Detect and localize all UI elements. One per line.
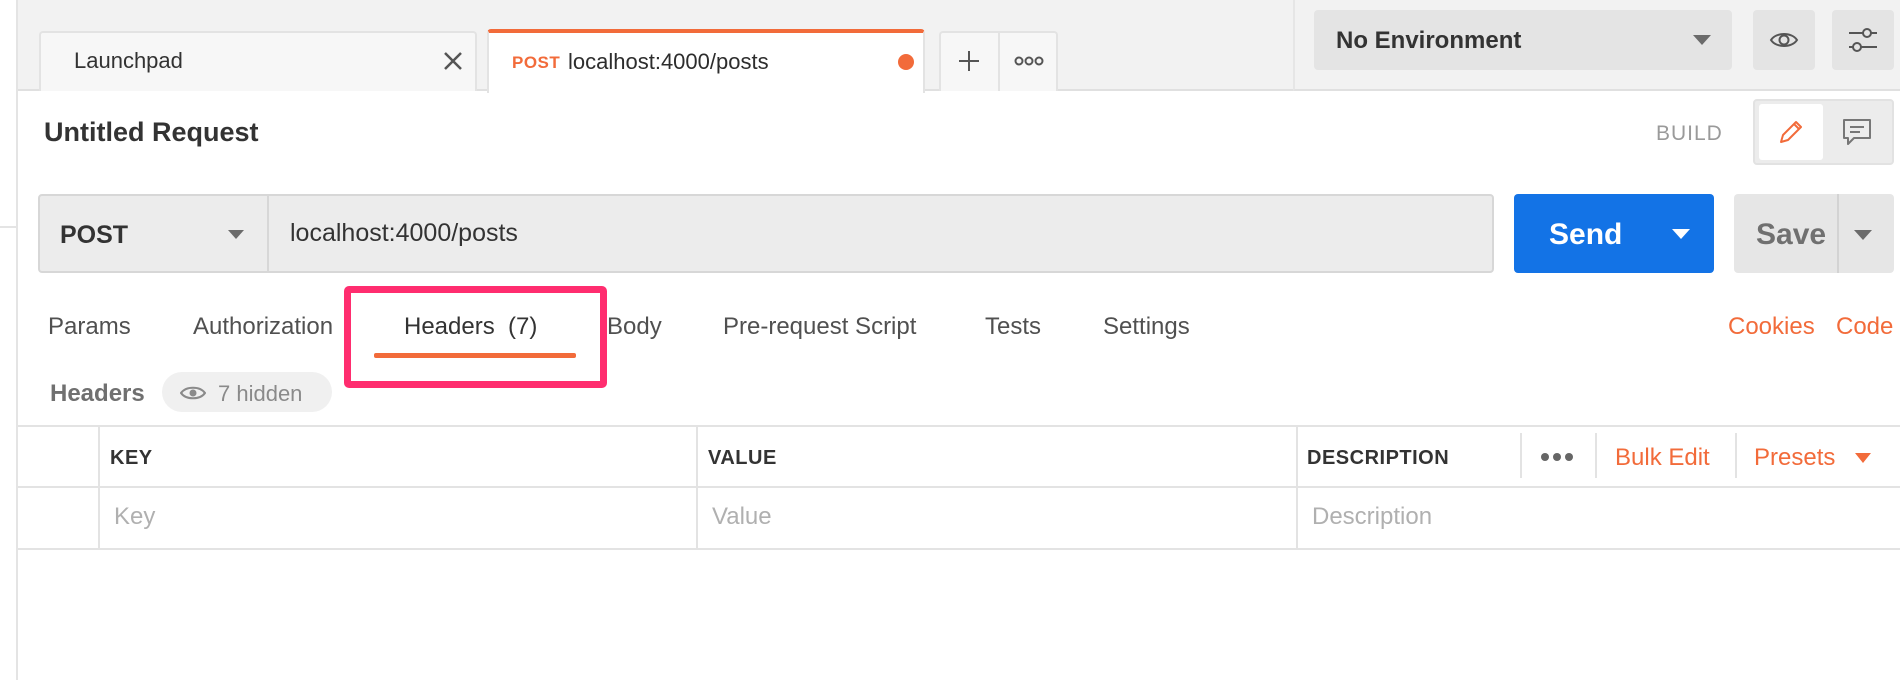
tab-launchpad-label: Launchpad <box>74 48 183 73</box>
method-select[interactable]: POST <box>60 221 128 250</box>
code-link[interactable]: Code <box>1836 313 1893 341</box>
tab-body[interactable]: Body <box>607 313 662 341</box>
chevron-down-icon[interactable] <box>228 230 244 239</box>
tab-authorization[interactable]: Authorization <box>193 313 333 341</box>
column-header-description: DESCRIPTION <box>1307 447 1450 469</box>
send-button-label: Send <box>1549 218 1623 251</box>
header-key-input[interactable] <box>112 492 692 542</box>
header-value-input[interactable] <box>710 492 1290 542</box>
more-icon[interactable] <box>1540 450 1574 462</box>
column-divider <box>1520 433 1522 478</box>
sidebar-divider <box>0 226 16 228</box>
table-border <box>18 425 1900 427</box>
cookies-link[interactable]: Cookies <box>1728 313 1815 341</box>
save-divider <box>1837 194 1839 273</box>
tab-params[interactable]: Params <box>48 313 131 341</box>
comments-button[interactable] <box>1825 104 1889 160</box>
column-header-value: VALUE <box>708 447 777 469</box>
pencil-icon <box>1777 118 1805 151</box>
column-header-key: KEY <box>110 447 153 469</box>
tab-pre-request-script[interactable]: Pre-request Script <box>723 313 916 341</box>
comment-icon <box>1842 118 1872 151</box>
chevron-down-icon[interactable] <box>1854 230 1872 240</box>
column-divider <box>696 425 698 550</box>
sliders-icon <box>1847 26 1879 59</box>
column-divider <box>1735 433 1737 478</box>
chevron-down-icon <box>1693 35 1711 45</box>
tab-url-label: localhost:4000/posts <box>568 49 769 74</box>
chevron-down-icon[interactable] <box>1855 453 1871 463</box>
tab-settings[interactable]: Settings <box>1103 313 1190 341</box>
tab-tests[interactable]: Tests <box>985 313 1041 341</box>
more-icon[interactable] <box>1014 54 1044 68</box>
save-button-label: Save <box>1756 218 1827 251</box>
hidden-headers-count: 7 hidden <box>218 381 303 406</box>
tab-actions-divider <box>998 31 1000 91</box>
table-border <box>18 486 1900 488</box>
close-icon[interactable] <box>440 48 466 74</box>
unsaved-changes-dot <box>898 54 914 70</box>
column-divider <box>1595 433 1597 478</box>
environment-quick-look-button[interactable] <box>1753 10 1815 70</box>
sidebar-border <box>16 0 18 680</box>
header-description-input[interactable] <box>1310 492 1890 542</box>
eye-icon <box>1769 29 1799 56</box>
tab-method-label: POST <box>512 53 561 72</box>
headers-section-title: Headers <box>50 380 145 407</box>
eye-icon <box>179 385 207 401</box>
manage-environments-button[interactable] <box>1832 10 1894 70</box>
chevron-down-icon[interactable] <box>1672 229 1690 239</box>
table-border <box>18 548 1900 550</box>
request-title[interactable]: Untitled Request <box>44 117 259 148</box>
highlight-annotation <box>344 286 607 388</box>
url-input[interactable] <box>270 198 1490 269</box>
build-mode-button[interactable] <box>1759 104 1823 160</box>
column-divider <box>1296 425 1298 550</box>
mode-label: BUILD <box>1656 122 1723 145</box>
method-divider <box>267 196 269 271</box>
column-divider <box>98 425 100 550</box>
bulk-edit-link[interactable]: Bulk Edit <box>1615 444 1710 472</box>
presets-dropdown[interactable]: Presets <box>1754 444 1835 472</box>
plus-icon[interactable] <box>956 48 982 74</box>
environment-select-label: No Environment <box>1336 27 1522 54</box>
